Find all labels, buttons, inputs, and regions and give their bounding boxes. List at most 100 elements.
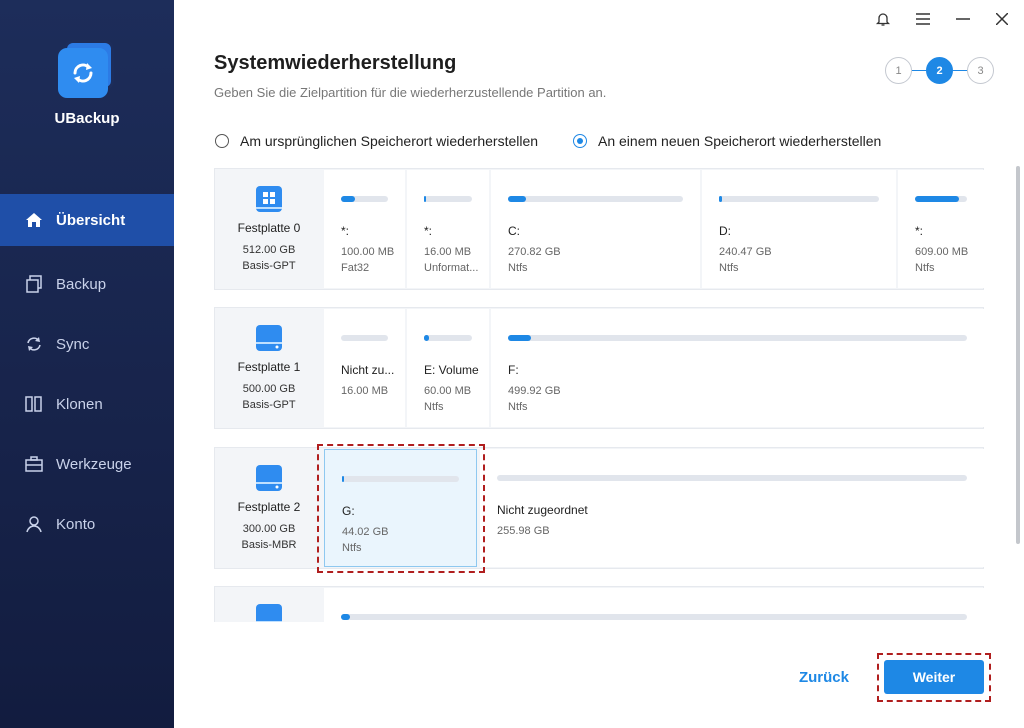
disk-name: Festplatte 1 <box>237 360 301 374</box>
home-icon <box>24 210 44 230</box>
partition-name: *: <box>341 224 350 238</box>
partition-card[interactable]: *: 100.00 MB Fat32 <box>324 170 405 288</box>
disk-type: Basis-GPT <box>242 399 296 411</box>
radio-new[interactable] <box>573 134 587 148</box>
disk-name: Festplatte 0 <box>237 221 301 235</box>
option-original-location[interactable]: Am ursprünglichen Speicherort wiederhers… <box>215 133 538 149</box>
sidebar: UBackup Übersicht Backup Sync Klonen Wer… <box>0 0 174 728</box>
disk-row <box>214 586 984 622</box>
clone-icon <box>24 394 44 414</box>
sidebar-item-label: Konto <box>56 515 96 533</box>
sidebar-item-konto[interactable]: Konto <box>0 494 174 554</box>
disk-info: Festplatte 1 500.00 GB Basis-GPT <box>215 308 323 428</box>
toolbox-icon <box>24 454 44 474</box>
sync-icon <box>24 334 44 354</box>
partition-name: E: Volume <box>424 363 479 377</box>
hard-disk-icon <box>255 603 283 622</box>
usage-bar <box>508 196 683 202</box>
partition-fs: Fat32 <box>341 262 370 274</box>
sidebar-nav: Übersicht Backup Sync Klonen Werkzeuge K… <box>0 194 174 554</box>
sidebar-item-label: Klonen <box>56 395 103 413</box>
partition-size: 270.82 GB <box>508 246 561 258</box>
minimize-icon[interactable] <box>953 9 973 29</box>
disk-type: Basis-GPT <box>242 260 296 272</box>
usage-bar <box>508 335 967 341</box>
step-indicator: 1 2 3 <box>885 57 995 85</box>
hard-disk-icon <box>255 464 283 492</box>
disk-info: Festplatte 2 300.00 GB Basis-MBR <box>215 448 323 568</box>
usage-bar <box>424 335 472 341</box>
option-new-location[interactable]: An einem neuen Speicherort wiederherstel… <box>573 133 881 149</box>
windows-disk-icon <box>255 185 283 213</box>
app-name: UBackup <box>54 110 120 127</box>
sidebar-item-uebersicht[interactable]: Übersicht <box>0 194 174 246</box>
user-icon <box>24 514 44 534</box>
disk-row: Festplatte 0 512.00 GB Basis-GPT *: 100.… <box>214 168 984 290</box>
sidebar-item-label: Übersicht <box>56 211 126 229</box>
back-button[interactable]: Zurück <box>790 664 858 690</box>
next-button[interactable]: Weiter <box>884 660 984 694</box>
step-connector <box>912 70 926 71</box>
partition-size: 60.00 MB <box>424 385 472 397</box>
partition-size: 16.00 MB <box>341 385 389 397</box>
partition-size: 499.92 GB <box>508 385 561 397</box>
step-1: 1 <box>885 57 912 84</box>
disk-size: 500.00 GB <box>242 383 296 395</box>
partition-fs: Unformat... <box>424 262 479 274</box>
partition-size: 240.47 GB <box>719 246 772 258</box>
partition-card[interactable]: Nicht zugeordnet 255.98 GB <box>480 449 984 567</box>
usage-bar <box>497 475 967 481</box>
bell-icon[interactable] <box>873 9 893 29</box>
partition-name: D: <box>719 224 731 238</box>
partition-fs: Ntfs <box>915 262 935 274</box>
usage-bar <box>424 196 472 202</box>
disk-info <box>215 587 323 622</box>
step-3: 3 <box>967 57 994 84</box>
sidebar-item-label: Werkzeuge <box>56 455 132 473</box>
partition-card[interactable]: *: 609.00 MB Ntfs <box>898 170 984 288</box>
partition-fs: Ntfs <box>424 401 444 413</box>
option-original-label: Am ursprünglichen Speicherort wiederhers… <box>240 133 539 149</box>
disk-row: Festplatte 1 500.00 GB Basis-GPT Nicht z… <box>214 307 984 429</box>
sidebar-item-sync[interactable]: Sync <box>0 314 174 374</box>
usage-bar <box>915 196 967 202</box>
app-logo-icon <box>58 40 116 98</box>
partition-name: *: <box>915 224 924 238</box>
partition-card[interactable]: F: 499.92 GB Ntfs <box>491 309 984 427</box>
partition-name: Nicht zu... <box>341 363 395 377</box>
usage-bar <box>341 614 967 620</box>
partition-card[interactable]: D: 240.47 GB Ntfs <box>702 170 896 288</box>
usage-bar <box>719 196 879 202</box>
partition-size: 255.98 GB <box>497 525 550 537</box>
partition-name: F: <box>508 363 519 377</box>
partition-size: 100.00 MB <box>341 246 395 258</box>
hard-disk-icon <box>255 324 283 352</box>
backup-icon <box>24 274 44 294</box>
partition-card[interactable]: *: 16.00 MB Unformat... <box>407 170 489 288</box>
partition-card[interactable]: E: Volume 60.00 MB Ntfs <box>407 309 489 427</box>
partition-fs: Ntfs <box>508 401 528 413</box>
selection-highlight <box>317 444 485 573</box>
partition-size: 609.00 MB <box>915 246 969 258</box>
usage-bar <box>341 335 388 341</box>
partition-card[interactable]: C: 270.82 GB Ntfs <box>491 170 700 288</box>
scrollbar[interactable] <box>1016 166 1020 544</box>
sidebar-item-klonen[interactable]: Klonen <box>0 374 174 434</box>
sidebar-item-werkzeuge[interactable]: Werkzeuge <box>0 434 174 494</box>
menu-icon[interactable] <box>913 9 933 29</box>
partition-fs: Ntfs <box>508 262 528 274</box>
partition-card[interactable]: Nicht zu... 16.00 MB <box>324 309 405 427</box>
step-2: 2 <box>926 57 953 84</box>
partition-size: 16.00 MB <box>424 246 472 258</box>
close-icon[interactable] <box>992 9 1012 29</box>
sidebar-item-backup[interactable]: Backup <box>0 254 174 314</box>
partition-name: *: <box>424 224 433 238</box>
disk-type: Basis-MBR <box>241 539 297 551</box>
option-new-label: An einem neuen Speicherort wiederherstel… <box>598 133 882 149</box>
partition-card[interactable] <box>324 588 984 622</box>
usage-bar <box>341 196 388 202</box>
page-subtitle: Geben Sie die Zielpartition für die wied… <box>214 85 607 100</box>
radio-original[interactable] <box>215 134 229 148</box>
step-connector <box>953 70 967 71</box>
disk-size: 512.00 GB <box>242 244 296 256</box>
